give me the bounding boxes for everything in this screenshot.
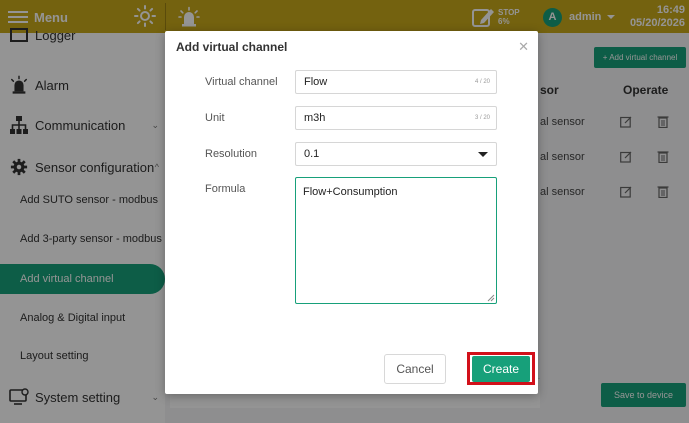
- resolution-select[interactable]: 0.1: [295, 142, 497, 166]
- formula-label: Formula: [205, 183, 246, 195]
- resize-grip-icon[interactable]: [487, 294, 495, 302]
- dialog-title: Add virtual channel: [176, 40, 288, 54]
- add-virtual-channel-dialog: Add virtual channel ✕ Virtual channel Fl…: [165, 31, 538, 394]
- formula-input[interactable]: Flow+Consumption: [295, 177, 497, 304]
- close-icon[interactable]: ✕: [518, 39, 529, 55]
- unit-label: Unit: [205, 112, 225, 124]
- virtual-channel-counter: 4 / 20: [474, 79, 490, 85]
- resolution-value: 0.1: [304, 148, 320, 160]
- cancel-button[interactable]: Cancel: [384, 354, 446, 384]
- virtual-channel-label: Virtual channel: [205, 76, 278, 88]
- chevron-down-icon: [478, 151, 488, 157]
- virtual-channel-value: Flow: [304, 76, 328, 88]
- create-button[interactable]: Create: [472, 356, 530, 382]
- virtual-channel-input[interactable]: Flow 4 / 20: [295, 70, 497, 94]
- unit-value: m3h: [304, 112, 326, 124]
- resolution-label: Resolution: [205, 148, 257, 160]
- unit-input[interactable]: m3h 3 / 20: [295, 106, 497, 130]
- unit-counter: 3 / 20: [474, 115, 490, 121]
